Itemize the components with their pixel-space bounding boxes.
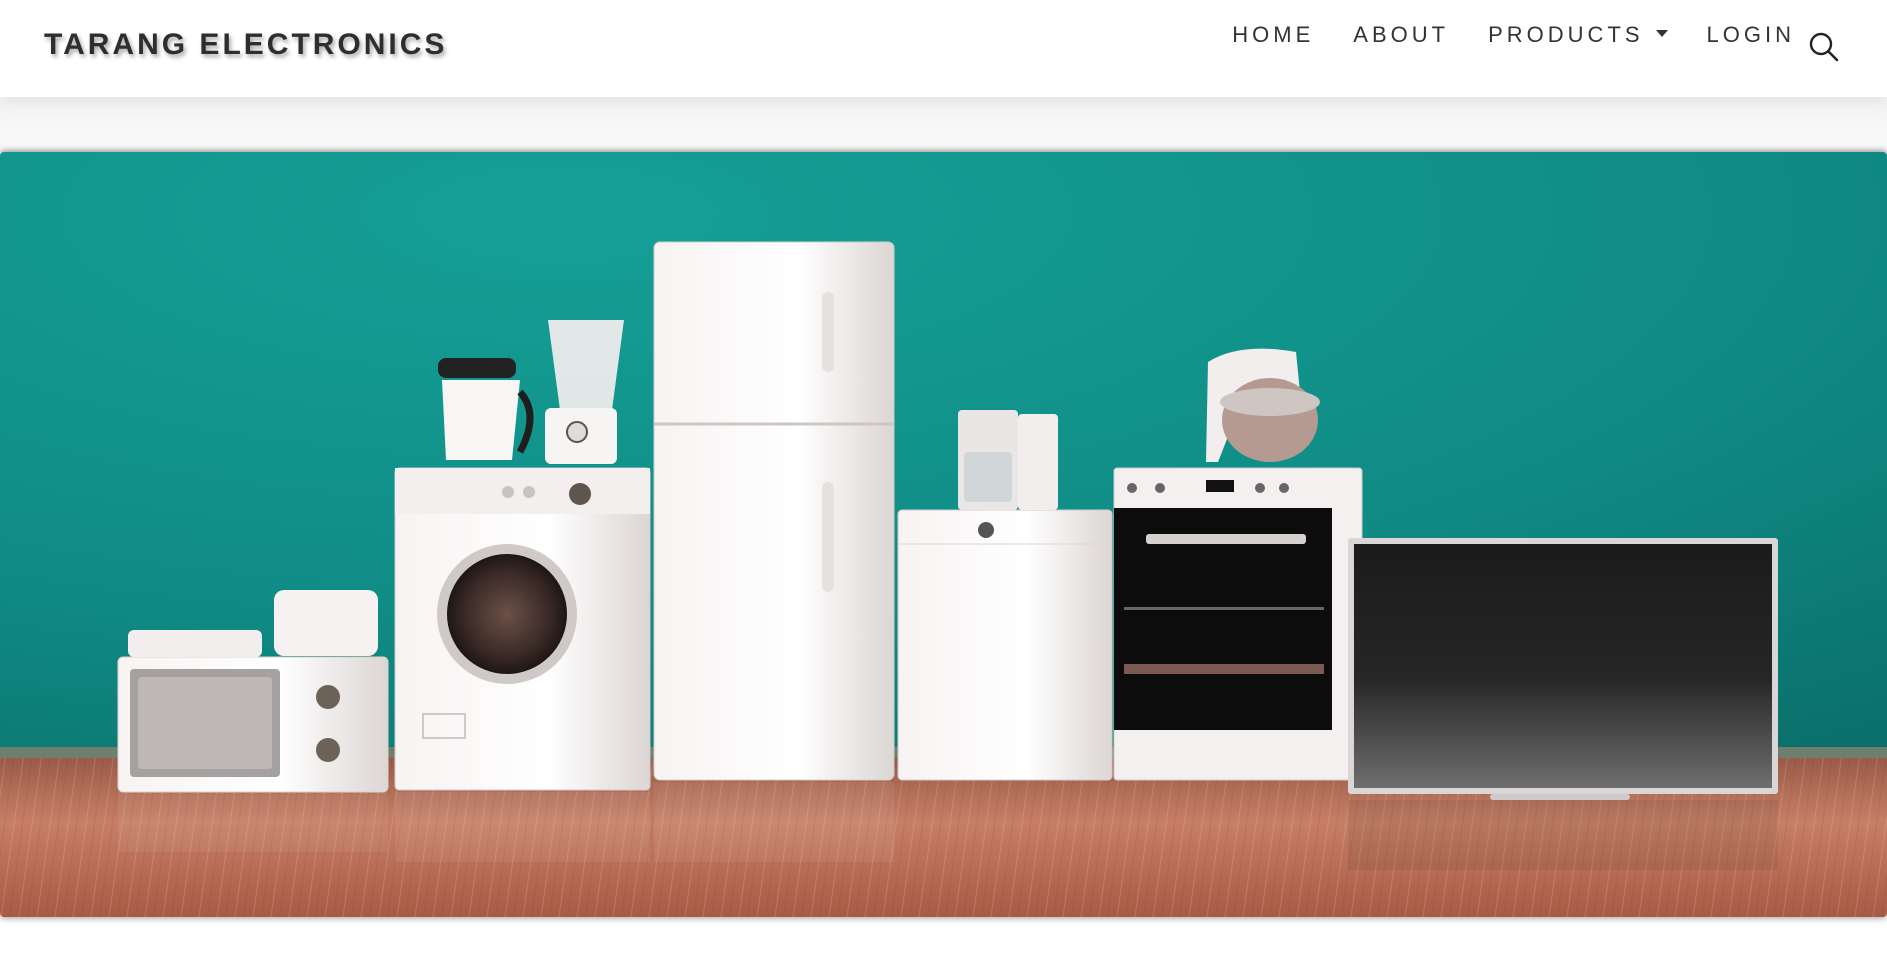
appliances-banner-image <box>0 152 1887 917</box>
top-navbar: TARANG ELECTRONICS HOME ABOUT PRODUCTS L… <box>0 0 1887 97</box>
search-button[interactable] <box>1807 30 1841 64</box>
search-icon <box>1809 32 1839 62</box>
nav-link-products-label: PRODUCTS <box>1488 22 1644 47</box>
brand-logo[interactable]: TARANG ELECTRONICS <box>44 28 447 62</box>
nav-link-login[interactable]: LOGIN <box>1707 22 1795 48</box>
caret-down-icon <box>1655 29 1668 37</box>
nav-link-home[interactable]: HOME <box>1232 22 1314 48</box>
main-nav: HOME ABOUT PRODUCTS LOGIN <box>1193 22 1795 48</box>
header-spacer <box>0 97 1887 152</box>
hero-banner <box>0 152 1887 917</box>
nav-link-about[interactable]: ABOUT <box>1353 22 1449 48</box>
nav-dropdown-products[interactable]: PRODUCTS <box>1488 22 1668 48</box>
